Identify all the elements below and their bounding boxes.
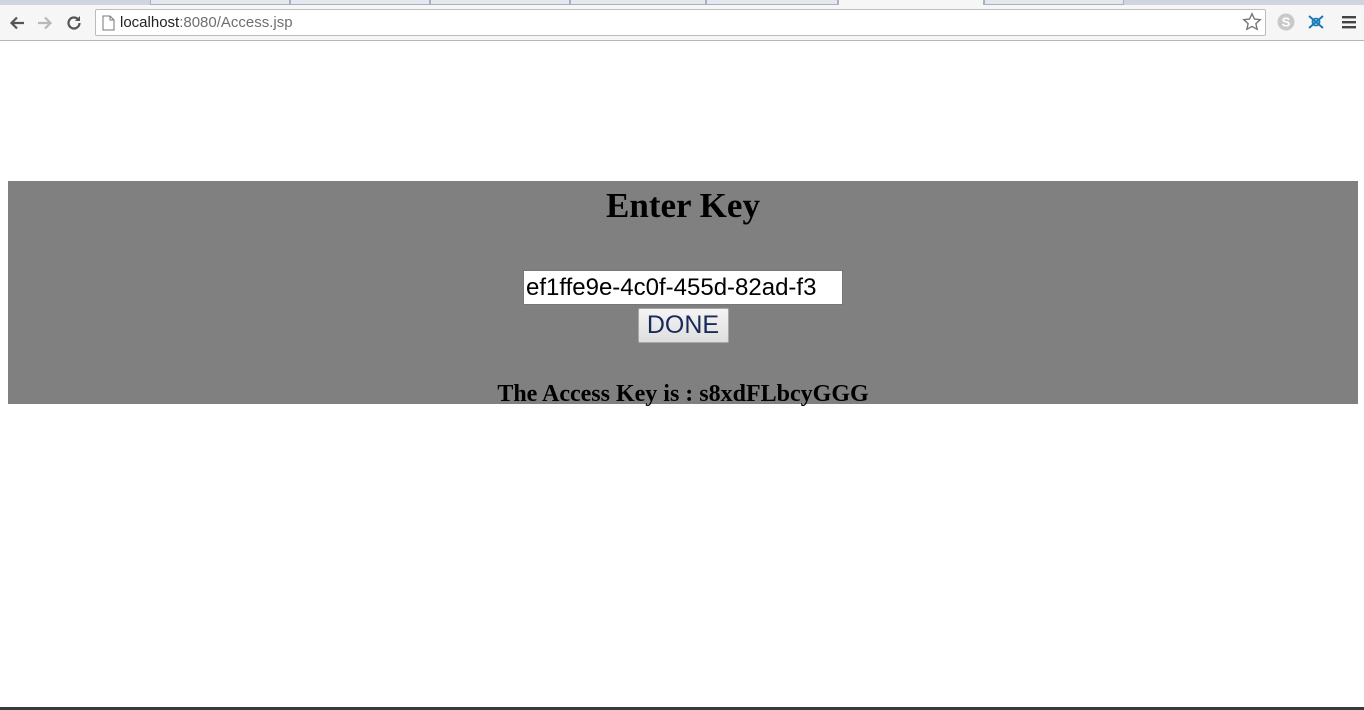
star-icon: [1242, 12, 1262, 31]
url-host: localhost: [120, 14, 180, 31]
access-key-message: The Access Key is : s8xdFLbcyGGG: [497, 381, 869, 407]
extension-icon: [1308, 15, 1324, 29]
back-button[interactable]: [5, 11, 29, 35]
key-input[interactable]: [523, 270, 843, 305]
forward-icon: [38, 16, 53, 30]
page-icon: [102, 15, 115, 36]
back-icon: [9, 16, 24, 30]
svg-text:S: S: [1282, 15, 1291, 30]
bookmark-star-button[interactable]: [1242, 12, 1262, 37]
url-path: :8080/Access.jsp: [179, 14, 293, 31]
skype-icon: S: [1277, 13, 1295, 31]
address-bar[interactable]: localhost:8080/Access.jsp: [95, 9, 1266, 36]
page-title: Enter Key: [606, 186, 760, 225]
reload-button[interactable]: [62, 11, 86, 35]
skype-extension-button[interactable]: S: [1275, 11, 1297, 33]
forward-button[interactable]: [33, 11, 57, 35]
done-button[interactable]: DONE: [637, 308, 729, 343]
menu-button[interactable]: [1338, 11, 1360, 33]
key-panel: Enter Key DONE The Access Key is : s8xdF…: [8, 181, 1358, 407]
url-text: localhost:8080/Access.jsp: [120, 14, 293, 31]
reload-icon: [67, 16, 81, 30]
extension-button[interactable]: [1305, 11, 1327, 33]
menu-icon: [1342, 16, 1356, 29]
browser-toolbar: localhost:8080/Access.jsp S: [0, 5, 1364, 41]
